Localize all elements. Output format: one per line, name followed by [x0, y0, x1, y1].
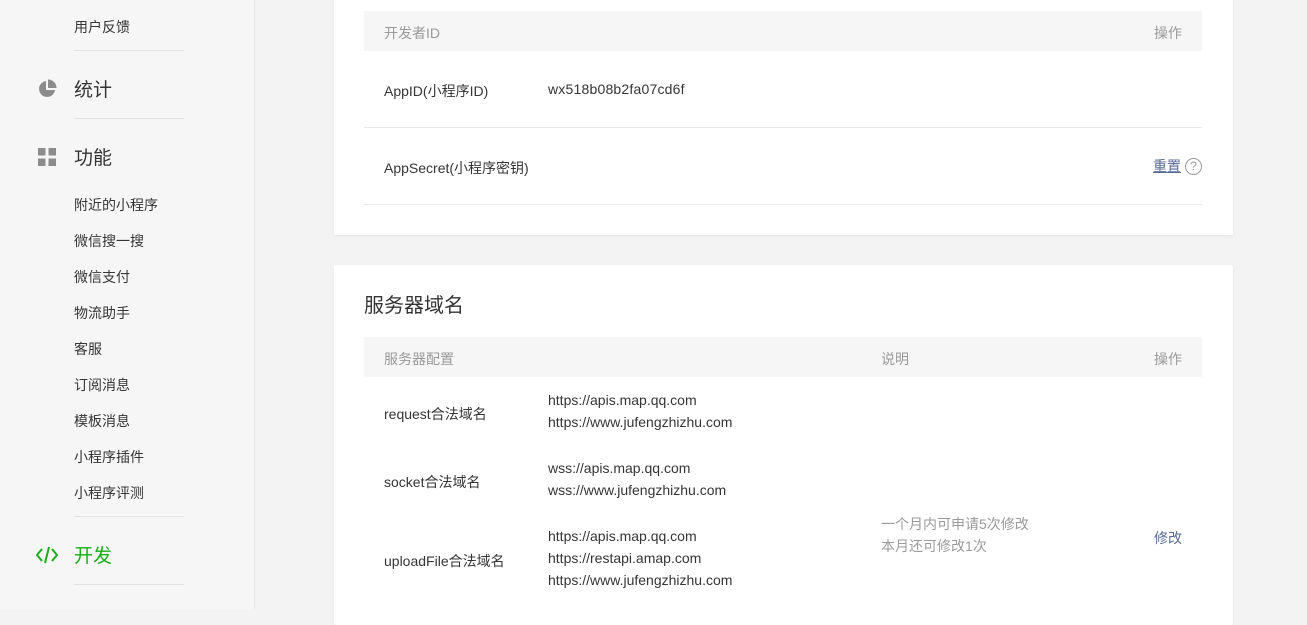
header-action: 操作 — [1154, 351, 1182, 367]
sidebar-item-plugins[interactable]: 小程序插件 — [74, 447, 144, 467]
sidebar-item-logistics[interactable]: 物流助手 — [74, 303, 130, 323]
appsecret-label: AppSecret(小程序密钥) — [384, 160, 529, 176]
request-domain-list: https://apis.map.qq.com https://www.jufe… — [548, 389, 732, 433]
domain-item: wss://www.jufengzhizhu.com — [548, 482, 727, 498]
sidebar-item-wechat-search[interactable]: 微信搜一搜 — [74, 231, 144, 251]
sidebar-item-customer-service[interactable]: 客服 — [74, 339, 102, 359]
domain-item: https://apis.map.qq.com — [548, 528, 697, 544]
sidebar-item-user-feedback[interactable]: 用户反馈 — [74, 17, 130, 37]
section-title: 服务器域名 — [364, 295, 464, 317]
header-developer-id: 开发者ID — [384, 25, 440, 41]
socket-domain-label: socket合法域名 — [384, 474, 481, 490]
sidebar-item-evaluation[interactable]: 小程序评测 — [74, 483, 144, 503]
table-header: 服务器配置 说明 操作 — [364, 337, 1202, 377]
sidebar-section-features[interactable]: 功能 — [36, 143, 112, 170]
row-divider — [364, 127, 1202, 128]
grid-icon — [36, 146, 58, 168]
sidebar-section-label: 统计 — [74, 80, 113, 101]
uploadfile-domain-list: https://apis.map.qq.com https://restapi.… — [548, 525, 732, 591]
sidebar: 用户反馈 统计 功能 附近的小程序 微信搜一搜 微信支付 物流助手 客服 订阅消… — [0, 0, 255, 609]
divider — [74, 118, 184, 119]
domain-item: wss://apis.map.qq.com — [548, 460, 691, 476]
divider — [74, 50, 184, 51]
row-divider — [364, 204, 1202, 205]
sidebar-section-label: 开发 — [74, 546, 113, 567]
header-action: 操作 — [1154, 25, 1182, 41]
developer-id-card: 开发者ID 操作 AppID(小程序ID) wx518b08b2fa07cd6f… — [334, 0, 1233, 235]
code-icon — [36, 544, 58, 566]
sidebar-section-dev[interactable]: 开发 — [36, 541, 112, 568]
domain-item: https://www.jufengzhizhu.com — [548, 572, 733, 588]
table-header: 开发者ID 操作 — [364, 11, 1202, 51]
sidebar-section-label: 功能 — [74, 148, 113, 169]
domain-item: https://www.jufengzhizhu.com — [548, 414, 733, 430]
pie-chart-icon — [36, 78, 58, 100]
uploadfile-domain-label: uploadFile合法域名 — [384, 553, 505, 569]
appid-label: AppID(小程序ID) — [384, 83, 489, 99]
reset-link[interactable]: 重置 — [1153, 156, 1181, 176]
domain-item: https://restapi.amap.com — [548, 550, 702, 566]
divider — [74, 584, 184, 585]
help-icon[interactable]: ? — [1185, 157, 1202, 175]
socket-domain-list: wss://apis.map.qq.com wss://www.jufengzh… — [548, 457, 726, 501]
desc-line: 一个月内可申请5次修改 — [881, 516, 1029, 532]
modify-description: 一个月内可申请5次修改 本月还可修改1次 — [881, 513, 1029, 557]
server-domain-card: 服务器域名 服务器配置 说明 操作 request合法域名 https://ap… — [334, 265, 1233, 625]
divider — [74, 516, 184, 517]
appid-value: wx518b08b2fa07cd6f — [548, 81, 685, 97]
sidebar-item-subscribe-message[interactable]: 订阅消息 — [74, 375, 130, 395]
domain-item: https://apis.map.qq.com — [548, 392, 697, 408]
header-server-config: 服务器配置 — [384, 351, 454, 367]
header-description: 说明 — [881, 351, 909, 367]
modify-link[interactable]: 修改 — [1154, 528, 1182, 548]
sidebar-section-stats[interactable]: 统计 — [36, 75, 112, 102]
sidebar-item-wechat-pay[interactable]: 微信支付 — [74, 267, 130, 287]
appsecret-actions: 重置 ? — [1153, 156, 1202, 176]
sidebar-item-template-message[interactable]: 模板消息 — [74, 411, 130, 431]
request-domain-label: request合法域名 — [384, 406, 487, 422]
desc-line: 本月还可修改1次 — [881, 538, 987, 554]
sidebar-item-nearby-miniprogram[interactable]: 附近的小程序 — [74, 195, 158, 215]
